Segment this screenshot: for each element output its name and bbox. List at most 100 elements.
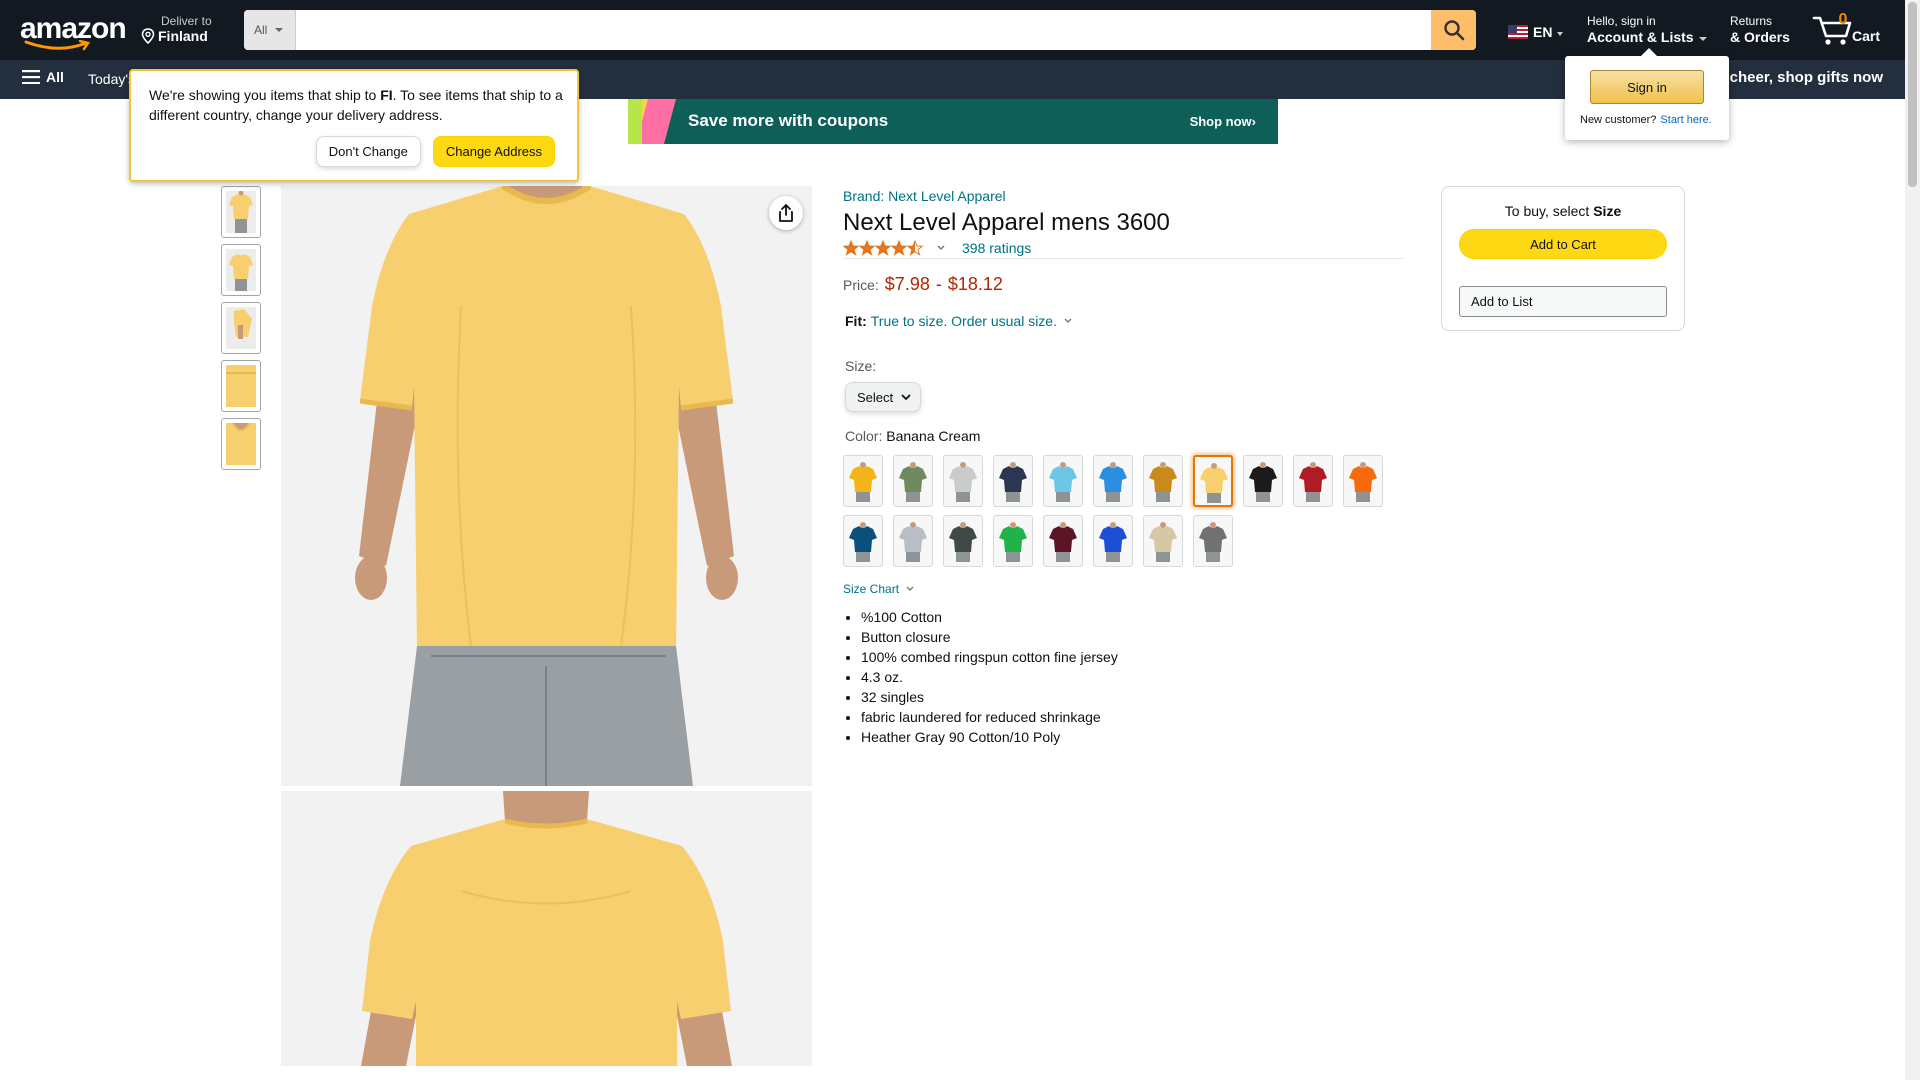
ship-to-message: We're showing you items that ship to FI.… [149, 87, 563, 123]
color-swatch[interactable] [943, 515, 983, 567]
ratings-count-link[interactable]: 398 ratings [962, 240, 1031, 256]
page-scrollbar[interactable] [1905, 0, 1920, 1080]
color-swatch[interactable] [893, 515, 933, 567]
add-to-cart-button[interactable]: Add to Cart [1459, 229, 1667, 259]
deliver-to-label: Deliver to [161, 14, 212, 28]
coupon-banner-cta[interactable]: Shop now› [1190, 114, 1256, 129]
tshirt-swatch-icon [1200, 463, 1228, 503]
thumbnail-side[interactable] [221, 302, 261, 354]
price-low: $7.98 [884, 274, 930, 294]
color-swatch[interactable] [993, 515, 1033, 567]
change-address-button[interactable]: Change Address [432, 136, 555, 167]
sign-in-popover: Sign in New customer? Start here. [1565, 48, 1729, 140]
cart-button[interactable]: 0 Cart [1812, 10, 1892, 50]
thumbnail-front-2[interactable] [221, 244, 261, 296]
product-back-image[interactable] [281, 791, 812, 1066]
color-swatch[interactable] [1043, 455, 1083, 507]
account-menu[interactable]: Hello, sign in Account & Lists [1587, 14, 1707, 46]
tshirt-swatch-icon [1199, 522, 1227, 562]
rating-stars[interactable] [843, 240, 948, 256]
price: Price: $7.98 - $18.12 [843, 274, 1003, 295]
feature-bullets: %100 Cotton Button closure 100% combed r… [861, 607, 1118, 747]
list-item: 32 singles [861, 687, 1118, 707]
tshirt-swatch-icon [849, 462, 877, 502]
tshirt-front-image [281, 186, 812, 786]
size-chart-label: Size Chart [843, 582, 900, 596]
color-swatch[interactable] [1243, 455, 1283, 507]
scrollbar-thumb[interactable] [1908, 2, 1917, 187]
product-main-image[interactable] [281, 186, 812, 786]
dont-change-button[interactable]: Don't Change [315, 136, 421, 167]
color-swatch[interactable] [1093, 455, 1133, 507]
color-swatch[interactable] [1343, 455, 1383, 507]
color-swatch[interactable] [1143, 455, 1183, 507]
search-bar: All [244, 10, 1476, 50]
fit-info[interactable]: Fit: True to size. Order usual size. [845, 313, 1075, 329]
size-label: Size: [845, 358, 877, 374]
search-category-dropdown[interactable]: All [244, 10, 296, 50]
color-swatch[interactable] [993, 455, 1033, 507]
hamburger-icon [22, 70, 40, 84]
fit-value: True to size. Order usual size. [870, 313, 1057, 329]
list-item: %100 Cotton [861, 607, 1118, 627]
color-label: Color: Banana Cream [845, 428, 981, 444]
chevron-down-icon [275, 28, 284, 32]
chevron-down-icon [937, 245, 945, 250]
list-item: 100% combed ringspun cotton fine jersey [861, 647, 1118, 667]
list-item: 4.3 oz. [861, 667, 1118, 687]
chevron-down-icon [1698, 37, 1707, 41]
amazon-logo[interactable]: amazon [20, 14, 127, 51]
search-category-value: All [254, 23, 268, 37]
size-chart-link[interactable]: Size Chart [843, 582, 915, 596]
search-input[interactable] [296, 10, 1431, 50]
price-separator: - [935, 274, 942, 294]
chevron-down-icon [1557, 32, 1564, 36]
color-swatch[interactable] [843, 515, 883, 567]
brand-link[interactable]: Brand: Next Level Apparel [843, 188, 1006, 204]
deliver-country: Finland [158, 28, 208, 44]
all-menu-button[interactable]: All [22, 69, 64, 85]
color-swatch[interactable] [1193, 455, 1233, 507]
color-swatch[interactable] [1093, 515, 1133, 567]
color-swatch[interactable] [893, 455, 933, 507]
tshirt-swatch-icon [1099, 462, 1127, 502]
nav-link-todays-deals[interactable]: Today's [88, 71, 135, 87]
color-swatch[interactable] [1193, 515, 1233, 567]
cart-count: 0 [1838, 11, 1848, 28]
list-item: fabric laundered for reduced shrinkage [861, 707, 1118, 727]
coupon-banner[interactable]: Save more with coupons Shop now› [628, 99, 1278, 144]
language-selector[interactable]: EN [1508, 24, 1564, 40]
tshirt-swatch-icon [1049, 522, 1077, 562]
shirt-thumbnail-icon [226, 365, 256, 407]
sign-in-button[interactable]: Sign in [1590, 70, 1704, 104]
shirt-thumbnail-icon [226, 307, 256, 349]
start-here-link[interactable]: Start here. [1660, 114, 1711, 126]
language-code: EN [1533, 24, 1553, 40]
tshirt-swatch-icon [949, 462, 977, 502]
nav-promo-link[interactable]: e cheer, shop gifts now [1717, 69, 1883, 86]
cart-label: Cart [1852, 28, 1881, 44]
tshirt-swatch-icon [1299, 462, 1327, 502]
selected-color-name: Banana Cream [886, 428, 981, 444]
thumbnail-collar[interactable] [221, 418, 261, 470]
color-swatch[interactable] [1143, 515, 1183, 567]
price-high: $18.12 [947, 274, 1003, 294]
search-button[interactable] [1431, 10, 1476, 50]
returns-orders[interactable]: Returns & Orders [1730, 14, 1790, 46]
share-button[interactable] [769, 196, 803, 230]
add-to-list-button[interactable]: Add to List [1459, 286, 1667, 317]
tshirt-swatch-icon [999, 522, 1027, 562]
chevron-down-icon [901, 394, 911, 401]
thumbnail-front[interactable] [221, 186, 261, 238]
deliver-to[interactable]: Deliver to Finland [141, 14, 221, 48]
color-swatch[interactable] [943, 455, 983, 507]
thumbnail-fabric[interactable] [221, 360, 261, 412]
color-swatch[interactable] [843, 455, 883, 507]
shirt-thumbnail-icon [226, 423, 256, 465]
banner-stripe [628, 99, 642, 144]
color-swatch[interactable] [1293, 455, 1333, 507]
size-select[interactable]: Select [845, 382, 921, 412]
search-icon [1443, 20, 1464, 41]
fit-label: Fit: [845, 313, 867, 329]
color-swatch[interactable] [1043, 515, 1083, 567]
